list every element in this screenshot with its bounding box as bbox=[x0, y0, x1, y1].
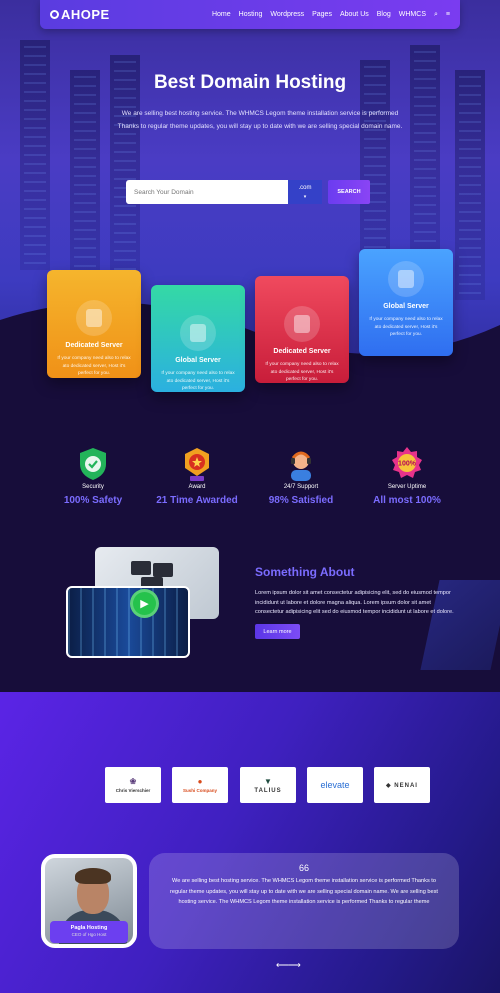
partner-name: Sushi Company bbox=[182, 788, 217, 793]
stat-value: 21 Time Awarded bbox=[156, 495, 238, 506]
laptop-shape bbox=[153, 563, 173, 577]
tld-value: .com bbox=[298, 184, 312, 191]
card-text: If your company need also to relax ato d… bbox=[57, 356, 131, 376]
card-title: Global Server bbox=[175, 357, 221, 364]
logo-mark-icon bbox=[50, 10, 59, 19]
wordpress-icon bbox=[388, 261, 424, 297]
author-role: CEO of Hgo Host bbox=[71, 932, 107, 937]
partner-mark: ❀ bbox=[129, 777, 137, 786]
partner-mark: ▼ bbox=[264, 776, 272, 786]
partner-logo[interactable]: ❀ Chris Vierschier bbox=[105, 767, 161, 803]
partner-logo[interactable]: ▼ TALIUS bbox=[240, 767, 296, 803]
stat-value: 100% Safety bbox=[63, 495, 123, 506]
main-menu: Home Hosting Wordpress Pages About Us Bl… bbox=[212, 11, 450, 19]
nav-item-pages[interactable]: Pages bbox=[312, 11, 332, 18]
quote-icon: 66 bbox=[298, 863, 309, 873]
play-video-button[interactable]: ▶ bbox=[130, 589, 159, 618]
server-rack bbox=[70, 70, 100, 300]
service-card[interactable]: Global Server If your company need also … bbox=[359, 249, 453, 356]
slider-arrows-icon[interactable]: ⟵⟶ bbox=[276, 960, 301, 971]
tld-select[interactable]: .com ▾ bbox=[288, 180, 322, 204]
stat-value: 98% Satisfied bbox=[268, 495, 334, 506]
domain-search-form: .com ▾ SEARCH bbox=[126, 180, 374, 204]
partner-mark: elevate bbox=[320, 780, 350, 790]
hamburger-menu-icon[interactable]: ≡ bbox=[446, 11, 450, 18]
nav-item-wordpress[interactable]: Wordpress bbox=[270, 11, 304, 18]
card-text: If your company need also to relax ato d… bbox=[161, 371, 235, 391]
stat-label: 24/7 Support bbox=[283, 484, 319, 490]
testimonial-text: We are selling best hosting service. The… bbox=[170, 878, 438, 905]
search-icon[interactable]: ⌕ bbox=[434, 11, 438, 19]
about-title: Something About bbox=[255, 565, 355, 579]
about-text: Lorem ipsum dolor sit amet consectetur a… bbox=[255, 590, 454, 615]
avatar-hair bbox=[75, 868, 111, 884]
hero-description: We are selling best hosting service. The… bbox=[117, 110, 403, 130]
stat-value: All most 100% bbox=[373, 495, 441, 506]
stat-label: Server Uptime bbox=[387, 484, 427, 490]
service-card[interactable]: Dedicated Server If your company need al… bbox=[47, 270, 141, 378]
shield-check-icon bbox=[80, 448, 106, 480]
hero-title: Best Domain Hosting bbox=[153, 72, 347, 93]
logo-text: AHOPE bbox=[61, 7, 110, 22]
stat-uptime: 100% Server Uptime All most 100% bbox=[352, 446, 462, 506]
stat-label: Security bbox=[82, 484, 104, 490]
database-icon bbox=[76, 300, 112, 336]
cloud-server-icon bbox=[284, 306, 320, 342]
partner-name: Chris Vierschier bbox=[115, 788, 151, 793]
site-logo[interactable]: AHOPE bbox=[50, 7, 110, 22]
learn-more-button[interactable]: Learn more bbox=[255, 624, 300, 639]
shield-check-icon bbox=[180, 315, 216, 351]
nav-item-about[interactable]: About Us bbox=[340, 11, 369, 18]
search-button[interactable]: SEARCH bbox=[328, 180, 370, 204]
partner-name: TALIUS bbox=[254, 787, 282, 794]
author-name: Pagla Hosting bbox=[70, 925, 108, 931]
stat-support: 24/7 Support 98% Satisfied bbox=[246, 446, 356, 506]
about-image-datacenter bbox=[66, 586, 190, 658]
nav-item-home[interactable]: Home bbox=[212, 11, 231, 18]
nav-item-hosting[interactable]: Hosting bbox=[239, 11, 263, 18]
card-text: If your company need also to relax ato d… bbox=[265, 362, 339, 382]
laptop-shape bbox=[131, 561, 151, 575]
nav-item-blog[interactable]: Blog bbox=[377, 11, 391, 18]
card-text: If your company need also to relax ato d… bbox=[369, 317, 443, 337]
testimonial-card: 66 We are selling best hosting service. … bbox=[149, 853, 459, 949]
top-navbar: AHOPE Home Hosting Wordpress Pages About… bbox=[40, 0, 460, 29]
partner-mark: ◆ NENAI bbox=[386, 782, 418, 789]
uptime-badge-icon: 100% bbox=[392, 447, 422, 478]
uptime-badge-text: 100% bbox=[398, 461, 417, 468]
stat-label: Award bbox=[188, 484, 206, 490]
stat-security: Security 100% Safety bbox=[38, 446, 148, 506]
stat-award: Award 21 Time Awarded bbox=[142, 446, 252, 506]
card-title: Global Server bbox=[383, 303, 429, 310]
support-agent-icon bbox=[291, 451, 311, 481]
partner-logo[interactable]: ● Sushi Company bbox=[172, 767, 228, 803]
server-rack bbox=[455, 70, 485, 300]
chevron-down-icon: ▾ bbox=[303, 193, 307, 200]
card-title: Dedicated Server bbox=[273, 348, 331, 355]
partner-logo[interactable]: elevate bbox=[307, 767, 363, 803]
partner-logo[interactable]: ◆ NENAI bbox=[374, 767, 430, 803]
domain-search-input[interactable] bbox=[126, 180, 288, 204]
service-card[interactable]: Dedicated Server If your company need al… bbox=[255, 276, 349, 383]
partner-mark: ● bbox=[197, 777, 203, 786]
award-medal-icon bbox=[185, 448, 209, 481]
card-title: Dedicated Server bbox=[65, 342, 123, 349]
testimonial-author: Pagla Hosting CEO of Hgo Host bbox=[50, 921, 128, 943]
nav-item-whmcs[interactable]: WHMCS bbox=[399, 11, 426, 18]
service-card[interactable]: Global Server If your company need also … bbox=[151, 285, 245, 392]
